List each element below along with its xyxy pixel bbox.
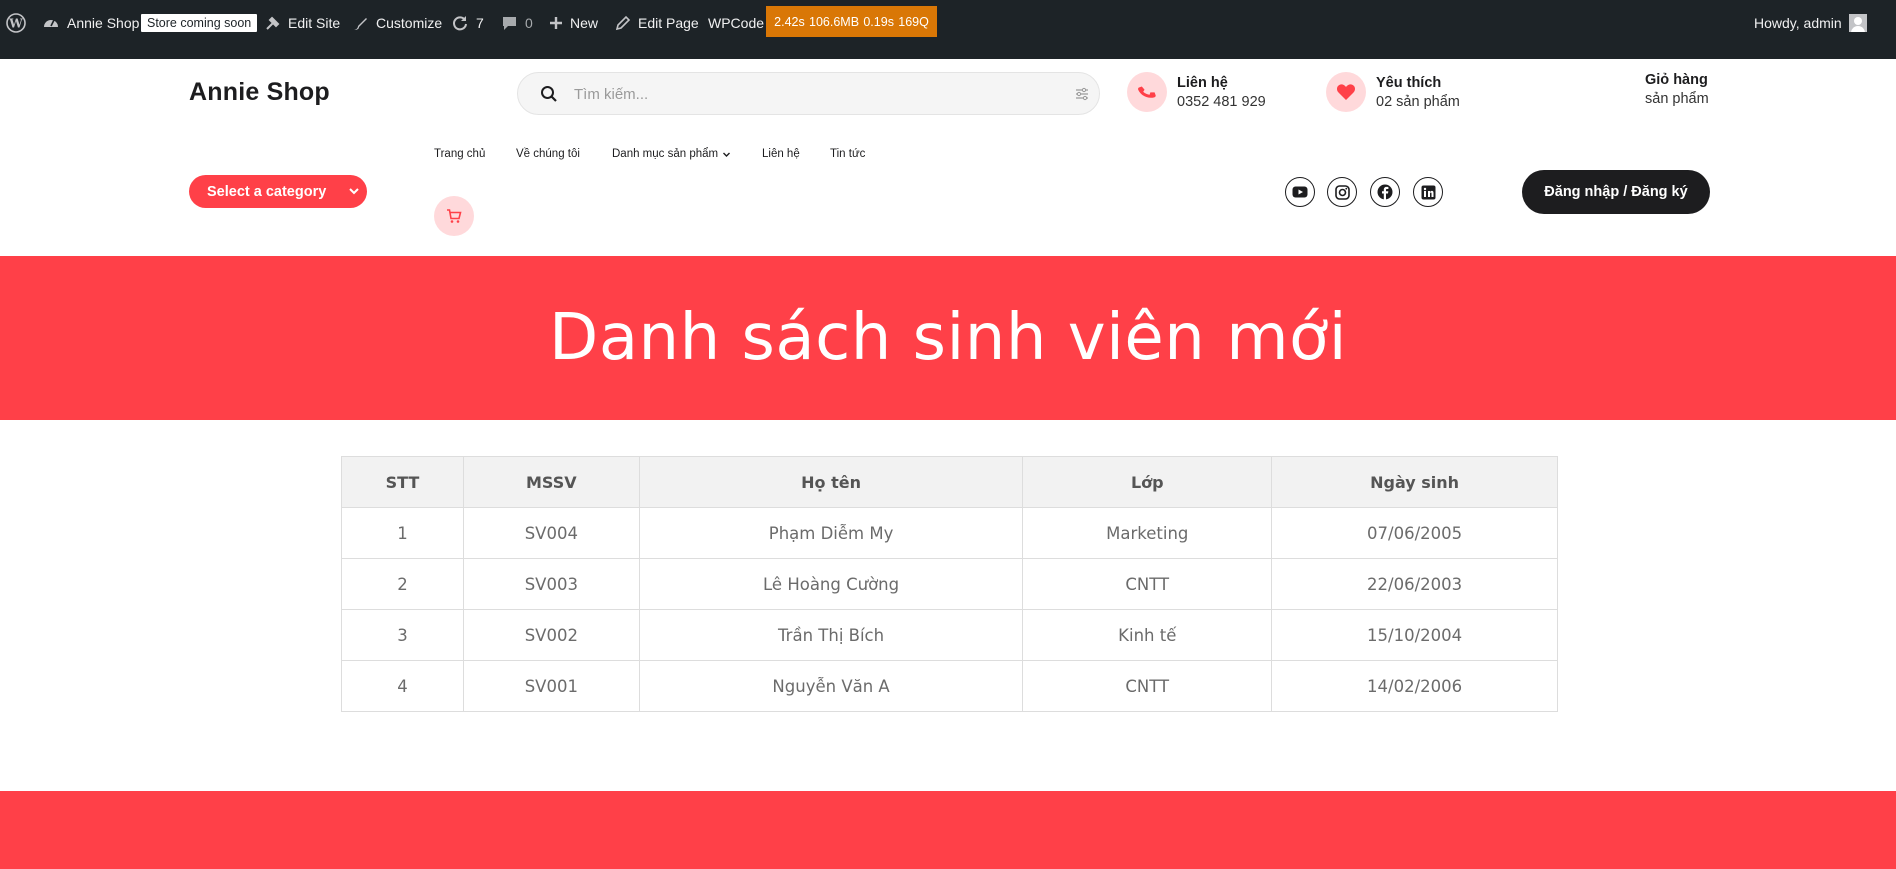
table-cell: SV002 xyxy=(462,609,640,661)
login-register-button[interactable]: Đăng nhập / Đăng ký xyxy=(1522,170,1710,214)
wishlist-count: 02 sản phẩm xyxy=(1376,93,1460,110)
comment-icon xyxy=(503,16,516,30)
heart-icon xyxy=(1326,72,1366,112)
plus-icon xyxy=(550,17,562,29)
table-cell: Phạm Diễm My xyxy=(638,507,1024,559)
table-header-row: STT MSSV Họ tên Lớp Ngày sinh xyxy=(341,456,1558,508)
facebook-icon[interactable] xyxy=(1370,177,1400,207)
table-row: 2 SV003 Lê Hoàng Cường CNTT 22/06/2003 xyxy=(341,558,1558,610)
perf-time: 2.42s xyxy=(774,14,805,29)
table-cell: Kinh tế xyxy=(1022,609,1273,661)
category-select[interactable]: Select a category xyxy=(189,175,367,208)
phone-icon xyxy=(1127,72,1167,112)
topbar-strip xyxy=(0,46,1896,59)
svg-text:W: W xyxy=(8,17,23,31)
search-icon[interactable] xyxy=(540,85,558,103)
column-header: STT xyxy=(341,456,464,508)
site-logo[interactable]: Annie Shop xyxy=(189,78,330,107)
pencil-icon xyxy=(615,15,631,31)
column-header: Ngày sinh xyxy=(1271,456,1558,508)
howdy-text: Howdy, admin xyxy=(1754,15,1842,31)
table-cell: 15/10/2004 xyxy=(1271,609,1558,661)
store-coming-soon-badge[interactable]: Store coming soon xyxy=(141,0,258,46)
admin-site-link[interactable]: Annie Shop xyxy=(42,0,139,46)
customize-link[interactable]: Customize xyxy=(352,0,442,46)
contact-info[interactable]: Liên hệ 0352 481 929 xyxy=(1127,72,1266,112)
table-cell: 3 xyxy=(341,609,464,661)
contact-label: Liên hệ xyxy=(1177,74,1228,91)
table-cell: CNTT xyxy=(1022,660,1273,712)
column-header: MSSV xyxy=(462,456,640,508)
column-header: Họ tên xyxy=(638,456,1024,508)
page-title: Danh sách sinh viên mới xyxy=(549,301,1347,375)
table-cell: 07/06/2005 xyxy=(1271,507,1558,559)
chevron-down-icon xyxy=(349,188,359,195)
updates-link[interactable]: 7 xyxy=(451,0,484,46)
hero-banner: Danh sách sinh viên mới xyxy=(0,256,1896,420)
table-cell: 1 xyxy=(341,507,464,559)
table-cell: Marketing xyxy=(1022,507,1273,559)
page: W Annie Shop Store coming soon Edit Site… xyxy=(0,0,1896,869)
hammer-icon xyxy=(266,16,280,30)
admin-site-name: Annie Shop xyxy=(67,15,140,31)
table-cell: 22/06/2003 xyxy=(1271,558,1558,610)
new-content-link[interactable]: New xyxy=(549,0,598,46)
refresh-icon xyxy=(453,16,467,31)
my-account-link[interactable]: Howdy, admin xyxy=(1754,0,1867,46)
table-cell: Trần Thị Bích xyxy=(638,609,1024,661)
wishlist-label: Yêu thích xyxy=(1376,74,1442,91)
instagram-icon[interactable] xyxy=(1327,177,1357,207)
footer-band xyxy=(0,791,1896,869)
nav-item-home[interactable]: Trang chủ xyxy=(434,148,485,160)
filter-icon[interactable] xyxy=(1075,87,1089,101)
table-row: 1 SV004 Phạm Diễm My Marketing 07/06/200… xyxy=(341,507,1558,559)
table-cell: 4 xyxy=(341,660,464,712)
table-cell: Lê Hoàng Cường xyxy=(638,558,1024,610)
cart-info[interactable]: Giỏ hàng sản phẩm xyxy=(1645,72,1709,107)
wpcode-link[interactable]: WPCode xyxy=(708,0,764,46)
chevron-down-icon xyxy=(723,152,731,157)
student-table: STT MSSV Họ tên Lớp Ngày sinh 1 SV004 Ph… xyxy=(341,456,1558,712)
category-select-label: Select a category xyxy=(207,183,327,200)
table-cell: 14/02/2006 xyxy=(1271,660,1558,712)
wordpress-logo-icon[interactable]: W xyxy=(6,0,26,46)
admin-bar: W Annie Shop Store coming soon Edit Site… xyxy=(0,0,1896,46)
column-header: Lớp xyxy=(1022,456,1273,508)
nav-item-about[interactable]: Về chúng tôi xyxy=(516,148,580,160)
query-monitor-stats[interactable]: 2.42s 106.6MB 0.19s 169Q xyxy=(766,6,937,37)
linkedin-icon[interactable] xyxy=(1413,177,1443,207)
table-cell: SV001 xyxy=(462,660,640,712)
cart-icon xyxy=(447,209,462,223)
edit-site-link[interactable]: Edit Site xyxy=(264,0,340,46)
table-row: 3 SV002 Trần Thị Bích Kinh tế 15/10/2004 xyxy=(341,609,1558,661)
avatar xyxy=(1848,14,1867,32)
nav-item-contact[interactable]: Liên hệ xyxy=(762,148,800,160)
perf-queries: 169Q xyxy=(898,14,929,29)
cart-button[interactable] xyxy=(434,196,474,236)
table-row: 4 SV001 Nguyễn Văn A CNTT 14/02/2006 xyxy=(341,660,1558,712)
table-cell: Nguyễn Văn A xyxy=(638,660,1024,712)
table-cell: CNTT xyxy=(1022,558,1273,610)
brush-icon xyxy=(354,17,367,30)
contact-phone: 0352 481 929 xyxy=(1177,93,1266,110)
dashboard-icon xyxy=(44,19,58,27)
youtube-icon[interactable] xyxy=(1285,177,1315,207)
table-cell: 2 xyxy=(341,558,464,610)
wishlist-info[interactable]: Yêu thích 02 sản phẩm xyxy=(1326,72,1460,112)
cart-label: Giỏ hàng xyxy=(1645,72,1708,88)
nav-item-news[interactable]: Tin tức xyxy=(830,148,865,160)
nav-item-categories[interactable]: Danh mục sản phẩm xyxy=(612,148,731,160)
edit-page-link[interactable]: Edit Page xyxy=(615,0,699,46)
perf-memory: 106.6MB xyxy=(809,14,860,29)
table-cell: SV004 xyxy=(462,507,640,559)
search-input[interactable] xyxy=(574,82,1034,106)
cart-count: sản phẩm xyxy=(1645,91,1709,107)
perf-db-time: 0.19s xyxy=(863,14,894,29)
comments-link[interactable]: 0 xyxy=(501,0,533,46)
search-bar xyxy=(517,72,1100,115)
table-cell: SV003 xyxy=(462,558,640,610)
